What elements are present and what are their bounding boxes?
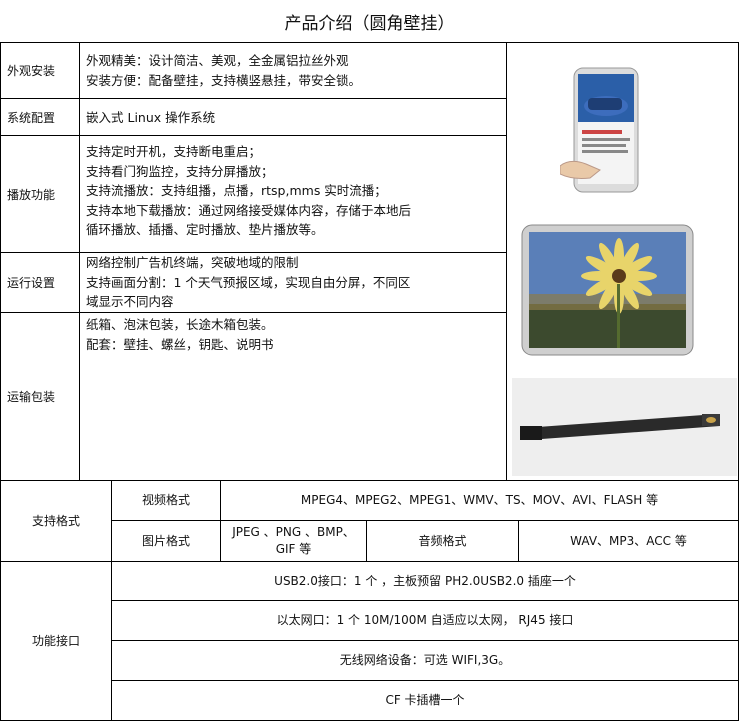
row-content-playback: 支持定时开机，支持断电重启； 支持看门狗监控，支持分屏播放； 支持流播放：支持组…	[80, 138, 506, 244]
row-label-packaging: 运输包装	[7, 390, 56, 404]
row-content-system: 嵌入式 Linux 操作系统	[80, 104, 506, 132]
image-format-value: JPEG 、PNG 、BMP、 GIF 等	[221, 521, 366, 561]
interface-cf-card: CF 卡插槽一个	[385, 693, 465, 707]
text-line: 网络控制广告机终端，突破地域的限制	[86, 255, 299, 270]
text-line: 循环播放、插播、定时播放、垫片播放等。	[86, 222, 324, 237]
video-format-label: 视频格式	[141, 493, 190, 507]
text-line: 支持本地下载播放：通过网络接受媒体内容，存储于本地后	[86, 202, 412, 218]
row-label-playback: 播放功能	[7, 187, 56, 202]
interfaces-label: 功能接口	[31, 633, 80, 648]
row-content-packaging: 纸箱、泡沫包装，长途木箱包装。 配套：壁挂、螺丝，钥匙、说明书	[80, 311, 506, 358]
text-line: 嵌入式 Linux 操作系统	[86, 110, 216, 125]
text-line: 支持画面分割：1 个天气预报区域，实现自由分屏，不同区	[86, 274, 411, 290]
page-title: 产品介绍（圆角壁挂）	[284, 13, 455, 34]
text-line: 支持定时开机，支持断电重启；	[86, 144, 262, 159]
text-line: 配套：壁挂、螺丝，钥匙、说明书	[86, 336, 274, 352]
interface-usb: USB2.0接口：1 个 ，主板预留 PH2.0USB2.0 插座一个	[274, 573, 576, 588]
image-format-line: GIF 等	[275, 542, 312, 556]
formats-label: 支持格式	[31, 513, 80, 528]
text-line: 支持流播放：支持组播，点播，rtsp,mms 实时流播；	[86, 183, 387, 198]
video-format-value: MPEG4、MPEG2、MPEG1、WMV、TS、MOV、AVI、FLASH 等	[300, 493, 659, 507]
text-line: 外观精美：设计简洁、美观，全金属铝拉丝外观	[86, 53, 349, 68]
interface-wireless: 无线网络设备：可选 WIFI,3G。	[339, 653, 511, 667]
text-line: 安装方便：配备壁挂，支持横竖悬挂，带安全锁。	[86, 72, 362, 88]
text-line: 域显示不同内容	[86, 294, 174, 309]
row-label-operation: 运行设置	[7, 276, 56, 290]
audio-format-value: WAV、MP3、ACC 等	[570, 533, 687, 548]
row-content-appearance: 外观精美：设计简洁、美观，全金属铝拉丝外观 安装方便：配备壁挂，支持横竖悬挂，带…	[80, 47, 506, 94]
audio-format-label: 音频格式	[418, 533, 467, 548]
text-line: 纸箱、泡沫包装，长途木箱包装。	[86, 317, 274, 332]
text-line: 支持看门狗监控，支持分屏播放；	[86, 163, 274, 179]
landscape-display-image	[521, 224, 694, 356]
image-format-label: 图片格式	[141, 533, 190, 548]
wall-mount-bracket-image	[512, 378, 737, 476]
image-format-line: JPEG 、PNG 、BMP、	[232, 525, 355, 539]
vertical-display-image	[560, 66, 640, 196]
row-label-appearance: 外观安装	[7, 64, 56, 78]
row-content-operation: 网络控制广告机终端，突破地域的限制 支持画面分割：1 个天气预报区域，实现自由分…	[80, 249, 506, 316]
row-label-system: 系统配置	[7, 110, 56, 125]
interface-ethernet: 以太网口：1 个 10M/100M 自适应以太网， RJ45 接口	[276, 613, 574, 627]
